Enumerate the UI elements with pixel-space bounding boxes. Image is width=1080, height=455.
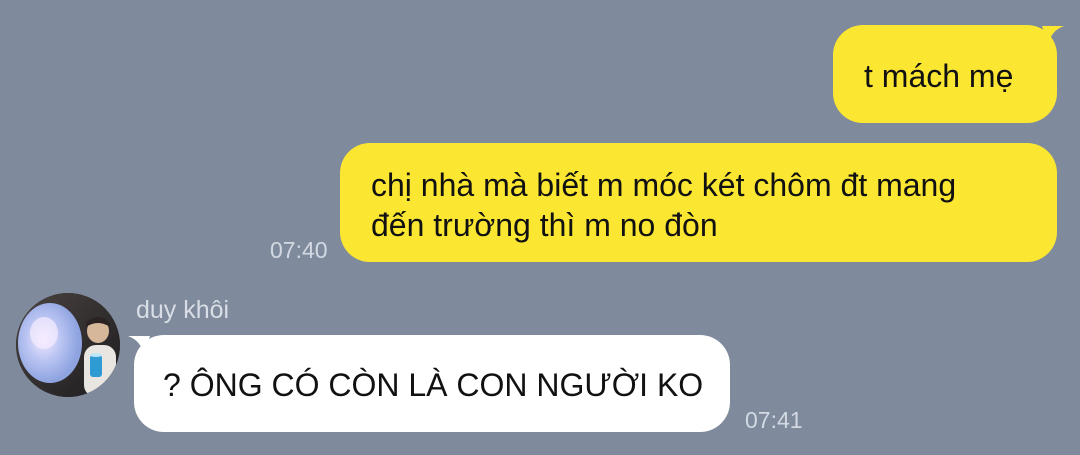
message-timestamp: 07:41 xyxy=(745,407,803,433)
sender-name: duy khôi xyxy=(136,296,230,324)
outgoing-message-bubble[interactable]: t mách mẹ xyxy=(833,25,1057,123)
outgoing-message-bubble[interactable]: chị nhà mà biết m móc két chôm đt mang đ… xyxy=(340,143,1057,262)
message-text-line: đến trường thì m no đòn xyxy=(371,207,718,243)
sender-avatar[interactable] xyxy=(16,293,120,397)
message-text: ? ÔNG CÓ CÒN LÀ CON NGƯỜI KO xyxy=(163,367,704,403)
incoming-bubble-tail-icon xyxy=(128,336,150,354)
message-timestamp: 07:40 xyxy=(270,237,328,263)
message-text: t mách mẹ xyxy=(864,58,1014,94)
outgoing-bubble-tail-icon xyxy=(1042,26,1064,44)
incoming-message-bubble[interactable]: ? ÔNG CÓ CÒN LÀ CON NGƯỜI KO xyxy=(134,335,730,432)
user-photo-avatar-icon xyxy=(16,293,120,397)
message-text-line: chị nhà mà biết m móc két chôm đt mang xyxy=(371,167,957,203)
